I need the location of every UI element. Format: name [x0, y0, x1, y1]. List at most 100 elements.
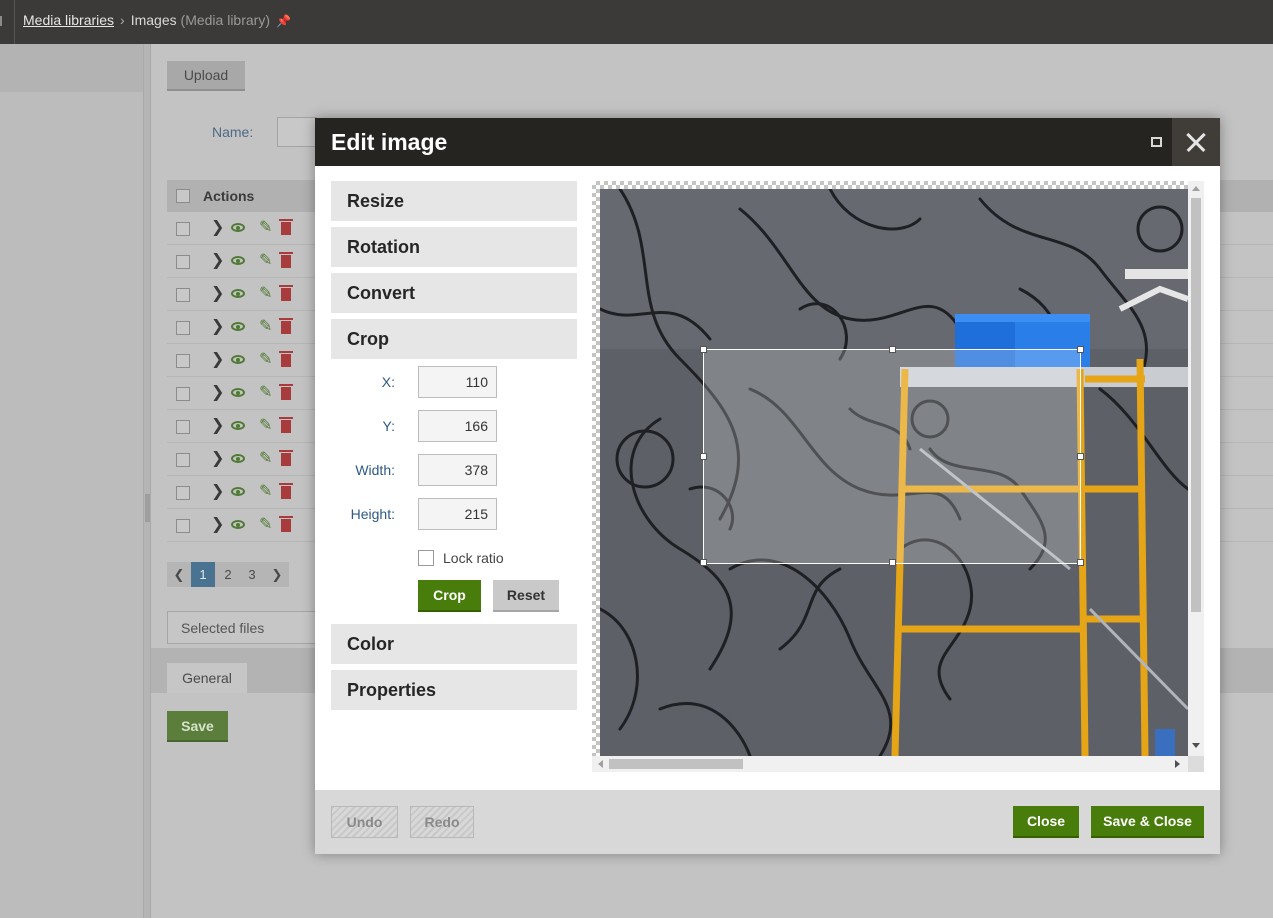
image-preview[interactable] [600, 189, 1188, 756]
pencil-icon[interactable]: ✎ [259, 250, 272, 270]
select-all-checkbox[interactable] [176, 189, 190, 203]
vertical-scroll-thumb[interactable] [1191, 198, 1201, 612]
chevron-right-icon[interactable]: ❯ [211, 349, 224, 369]
trash-icon[interactable] [279, 285, 293, 301]
crop-handle-sw[interactable] [700, 559, 707, 566]
row-checkbox[interactable] [176, 321, 190, 335]
breadcrumb-media-libraries-link[interactable]: Media libraries [23, 12, 114, 28]
splitter-grip-icon[interactable] [145, 494, 150, 522]
reset-button[interactable]: Reset [493, 580, 559, 612]
crop-width-input[interactable] [418, 454, 497, 486]
crop-y-input[interactable] [418, 410, 497, 442]
eye-icon[interactable] [231, 421, 245, 430]
crop-handle-w[interactable] [700, 453, 707, 460]
crop-handle-nw[interactable] [700, 346, 707, 353]
eye-icon[interactable] [231, 487, 245, 496]
scroll-down-icon[interactable] [1192, 743, 1200, 748]
chevron-right-icon[interactable]: ❯ [211, 283, 224, 303]
row-checkbox[interactable] [176, 420, 190, 434]
row-checkbox[interactable] [176, 486, 190, 500]
eye-icon[interactable] [231, 454, 245, 463]
horizontal-scrollbar[interactable] [592, 756, 1188, 772]
section-convert[interactable]: Convert [331, 273, 577, 313]
pager-page-3[interactable]: 3 [240, 562, 264, 587]
crop-handle-e[interactable] [1077, 453, 1084, 460]
eye-icon[interactable] [231, 256, 245, 265]
chevron-right-icon[interactable]: ❯ [211, 250, 224, 270]
eye-icon[interactable] [231, 355, 245, 364]
section-color[interactable]: Color [331, 624, 577, 664]
close-icon[interactable] [1172, 118, 1220, 166]
chevron-right-icon[interactable]: ❯ [211, 217, 224, 237]
pager-page-2[interactable]: 2 [216, 562, 240, 587]
crop-x-input[interactable] [418, 366, 497, 398]
redo-button[interactable]: Redo [410, 806, 474, 838]
row-checkbox[interactable] [176, 354, 190, 368]
vertical-scrollbar[interactable] [1188, 181, 1204, 756]
row-checkbox[interactable] [176, 288, 190, 302]
section-properties[interactable]: Properties [331, 670, 577, 710]
pencil-icon[interactable]: ✎ [259, 481, 272, 501]
row-checkbox[interactable] [176, 387, 190, 401]
dialog-close-button[interactable]: Close [1013, 806, 1079, 838]
trash-icon[interactable] [279, 252, 293, 268]
crop-handle-ne[interactable] [1077, 346, 1084, 353]
crop-handle-se[interactable] [1077, 559, 1084, 566]
row-checkbox[interactable] [176, 453, 190, 467]
trash-icon[interactable] [279, 318, 293, 334]
eye-icon[interactable] [231, 289, 245, 298]
crop-handle-s[interactable] [889, 559, 896, 566]
trash-icon[interactable] [279, 351, 293, 367]
pager-next-icon[interactable]: ❯ [265, 562, 289, 587]
page-save-button[interactable]: Save [167, 711, 228, 742]
pager-page-1[interactable]: 1 [191, 562, 215, 587]
tab-general[interactable]: General [167, 663, 247, 693]
chevron-right-icon[interactable]: ❯ [211, 481, 224, 501]
name-filter-input[interactable] [277, 117, 317, 147]
pencil-icon[interactable]: ✎ [259, 415, 272, 435]
pencil-icon[interactable]: ✎ [259, 316, 272, 336]
pencil-icon[interactable]: ✎ [259, 349, 272, 369]
row-checkbox[interactable] [176, 222, 190, 236]
upload-button[interactable]: Upload [167, 61, 245, 91]
scroll-left-icon[interactable] [598, 760, 603, 768]
row-checkbox[interactable] [176, 255, 190, 269]
trash-icon[interactable] [279, 417, 293, 433]
scroll-up-icon[interactable] [1192, 186, 1200, 191]
eye-icon[interactable] [231, 388, 245, 397]
chevron-right-icon[interactable]: ❯ [211, 382, 224, 402]
trash-icon[interactable] [279, 219, 293, 235]
lock-ratio-checkbox[interactable] [418, 550, 434, 566]
chevron-right-icon[interactable]: ❯ [211, 448, 224, 468]
pencil-icon[interactable]: ✎ [259, 382, 272, 402]
crop-selection[interactable] [700, 346, 1084, 566]
trash-icon[interactable] [279, 450, 293, 466]
panel-splitter[interactable] [143, 44, 151, 918]
eye-icon[interactable] [231, 322, 245, 331]
pager-prev-icon[interactable]: ❮ [167, 562, 191, 587]
horizontal-scroll-thumb[interactable] [609, 759, 743, 769]
crop-handle-n[interactable] [889, 346, 896, 353]
section-rotation[interactable]: Rotation [331, 227, 577, 267]
maximize-icon[interactable] [1151, 137, 1162, 147]
pencil-icon[interactable]: ✎ [259, 283, 272, 303]
crop-button[interactable]: Crop [418, 580, 481, 612]
pencil-icon[interactable]: ✎ [259, 217, 272, 237]
row-checkbox[interactable] [176, 519, 190, 533]
trash-icon[interactable] [279, 516, 293, 532]
chevron-right-icon[interactable]: ❯ [211, 316, 224, 336]
chevron-right-icon[interactable]: ❯ [211, 415, 224, 435]
section-resize[interactable]: Resize [331, 181, 577, 221]
pencil-icon[interactable]: ✎ [259, 448, 272, 468]
eye-icon[interactable] [231, 223, 245, 232]
pin-icon[interactable]: 📌 [276, 14, 291, 28]
eye-icon[interactable] [231, 520, 245, 529]
save-and-close-button[interactable]: Save & Close [1091, 806, 1204, 838]
chevron-right-icon[interactable]: ❯ [211, 514, 224, 534]
selected-files-dropdown[interactable]: Selected files [167, 611, 317, 644]
section-crop[interactable]: Crop [331, 319, 577, 359]
trash-icon[interactable] [279, 384, 293, 400]
trash-icon[interactable] [279, 483, 293, 499]
undo-button[interactable]: Undo [331, 806, 398, 838]
pencil-icon[interactable]: ✎ [259, 514, 272, 534]
